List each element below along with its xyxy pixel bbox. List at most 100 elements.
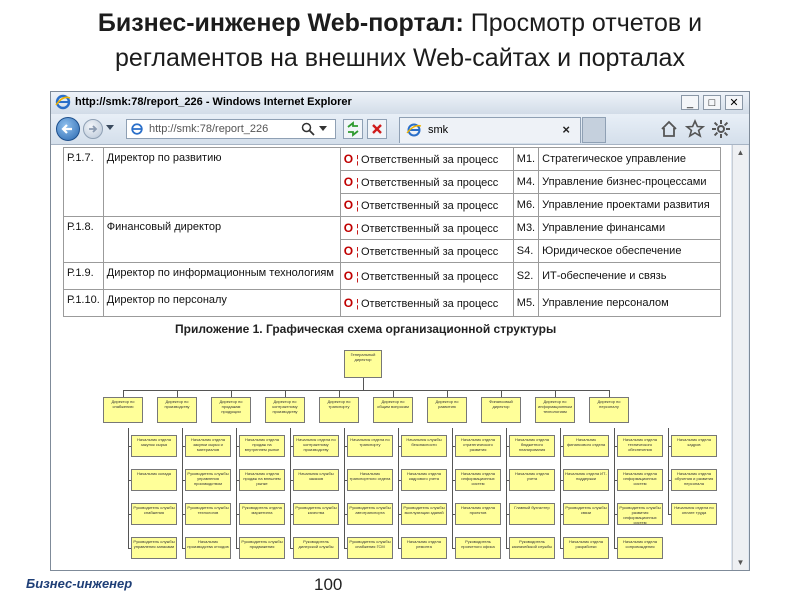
org-unit-box: Начальник отдела бюджетного планирования	[509, 435, 555, 457]
org-unit-box: Руководитель службы качества	[293, 503, 339, 525]
connector-line	[285, 390, 286, 397]
org-unit-box: Начальник отдела по оплате труда	[671, 503, 717, 525]
back-arrow-icon	[61, 124, 72, 134]
org-unit-box: Начальник службы безопасности	[401, 435, 447, 457]
address-text: http://smk:78/report_226	[149, 123, 269, 135]
slide-title-bold: Бизнес-инженер Web-портал:	[97, 9, 464, 37]
org-unit-box: Руководитель службы управления производс…	[185, 469, 231, 491]
forward-button[interactable]	[83, 119, 103, 139]
slide-title: Бизнес-инженер Web-портал: Просмотр отче…	[0, 6, 800, 76]
window-title: http://smk:78/report_226 - Windows Inter…	[75, 96, 352, 108]
connector-line	[501, 390, 502, 397]
connector-line	[177, 390, 178, 397]
stop-button[interactable]	[367, 119, 387, 139]
forward-arrow-icon	[89, 125, 98, 133]
home-icon[interactable]	[659, 119, 679, 139]
star-icon[interactable]	[685, 119, 705, 139]
org-unit-box: Начальник отдела сопровождения	[617, 537, 663, 559]
org-unit-box: Начальник отдела проектов	[455, 503, 501, 525]
org-unit-box: Начальник отдела информационных систем	[617, 469, 663, 491]
org-unit-box: Начальник отдела разработки	[563, 537, 609, 559]
connector-line	[668, 428, 669, 514]
org-unit-box: Руководитель проектного офиса	[455, 537, 501, 559]
connector-line	[339, 390, 340, 397]
refresh-button[interactable]	[343, 119, 363, 139]
org-unit-box: Начальник отдела стратегического развити…	[455, 435, 501, 457]
org-unit-box: Главный бухгалтер	[509, 503, 555, 525]
org-unit-box: Начальник отдела кадрового учета	[401, 469, 447, 491]
recent-pages-dropdown-icon[interactable]	[106, 125, 114, 131]
stop-icon	[372, 124, 382, 134]
minimize-button[interactable]: _	[681, 95, 699, 110]
connector-line	[123, 390, 124, 397]
org-unit-box: Начальник отдела учета	[509, 469, 555, 491]
org-unit-box: Начальник отдела ремонта	[401, 537, 447, 559]
search-icon[interactable]	[301, 122, 315, 136]
org-unit-box: Руководитель службы продвижения	[239, 537, 285, 559]
scroll-up-arrow-icon[interactable]: ▲	[733, 145, 748, 160]
org-unit-box: Руководитель службы эксплуатации зданий	[401, 503, 447, 525]
navigation-bar: http://smk:78/report_226 smk ×	[51, 114, 749, 145]
org-unit-box: Начальник отдела информационных систем	[455, 469, 501, 491]
slide-title-line2: регламентов на внешних Web-сайтах и порт…	[115, 44, 685, 72]
tab-close-button[interactable]: ×	[562, 122, 570, 137]
scroll-down-arrow-icon[interactable]: ▼	[733, 555, 748, 570]
connector-line	[123, 390, 609, 391]
org-unit-box: Руководитель службы технологов	[185, 503, 231, 525]
org-unit-box: Начальник склада	[131, 469, 177, 491]
org-unit-box: Начальник отдела кадров	[671, 435, 717, 457]
ie-logo-icon	[55, 94, 71, 110]
browser-window: http://smk:78/report_226 - Windows Inter…	[50, 91, 750, 571]
slide-title-rest: Просмотр отчетов и	[463, 9, 703, 37]
org-unit-box: Руководитель отдела маркетинга	[239, 503, 285, 525]
vertical-scrollbar[interactable]: ▲ ▼	[732, 145, 748, 570]
org-unit-box: Начальник финансового отдела	[563, 435, 609, 457]
refresh-icon	[347, 121, 359, 137]
connector-line	[363, 378, 364, 390]
org-unit-box: Начальник отдела технического обеспечени…	[617, 435, 663, 457]
org-unit-box: Начальник производства отходов	[185, 537, 231, 559]
org-unit-box: Начальник службы заказов	[293, 469, 339, 491]
maximize-button[interactable]: □	[703, 95, 721, 110]
org-director-box: Директор по развитию	[427, 397, 467, 423]
org-unit-box: Руководитель казначейской службы	[509, 537, 555, 559]
org-director-box: Директор по персоналу	[589, 397, 629, 423]
org-unit-box: Начальник отдела по контрактному произво…	[293, 435, 339, 457]
org-unit-box: Руководитель службы автотранспорта	[347, 503, 393, 525]
org-director-box: Директор по информационным технологиям	[535, 397, 575, 423]
new-tab-button[interactable]	[582, 117, 606, 143]
org-root-box: Генеральный директор	[344, 350, 382, 378]
org-unit-box: Начальник отдела продаж на внешнем рынке	[239, 469, 285, 491]
connector-line	[555, 390, 556, 397]
org-director-box: Финансовый директор	[481, 397, 521, 423]
gear-icon[interactable]	[711, 119, 731, 139]
org-unit-box: Руководитель службы снабжения	[131, 503, 177, 525]
org-chart: Генеральный директор Директор по снабжени…	[51, 145, 731, 570]
org-unit-box: Руководитель службы снабжения ГСМ	[347, 537, 393, 559]
address-dropdown-icon[interactable]	[319, 126, 327, 132]
org-unit-box: Начальник транспортного отдела	[347, 469, 393, 491]
org-unit-box: Начальник отдела закупки сырья и материа…	[185, 435, 231, 457]
org-director-box: Директор по контрактному производству	[265, 397, 305, 423]
back-button[interactable]	[56, 117, 80, 141]
connector-line	[231, 390, 232, 397]
org-unit-box: Руководитель службы управления запасами	[131, 537, 177, 559]
org-director-box: Директор по продажам продукции	[211, 397, 251, 423]
org-unit-box: Начальник отдела закупок сырья	[131, 435, 177, 457]
ie-tab-icon	[406, 123, 422, 137]
page-content: Р.1.7. Директор по развитию O ¦ Ответствен…	[51, 145, 731, 570]
org-unit-box: Начальник отдела по транспорту	[347, 435, 393, 457]
org-unit-box: Руководитель службы развития информацион…	[617, 503, 663, 525]
org-unit-box: Руководитель службы связи	[563, 503, 609, 525]
footer-brand: Бизнес-инженер	[26, 576, 133, 591]
connector-line	[393, 390, 394, 397]
org-director-box: Директор по производству	[157, 397, 197, 423]
title-bar: http://smk:78/report_226 - Windows Inter…	[51, 92, 749, 114]
org-director-box: Директор по снабжению	[103, 397, 143, 423]
org-unit-box: Начальник отдела продаж на внутреннем ры…	[239, 435, 285, 457]
org-director-box: Директор по общим вопросам	[373, 397, 413, 423]
org-unit-box: Начальник отдела обучения и развития пер…	[671, 469, 717, 491]
tab-smk[interactable]: smk ×	[399, 117, 581, 143]
tab-label: smk	[428, 124, 449, 136]
close-button[interactable]: ✕	[725, 95, 743, 110]
